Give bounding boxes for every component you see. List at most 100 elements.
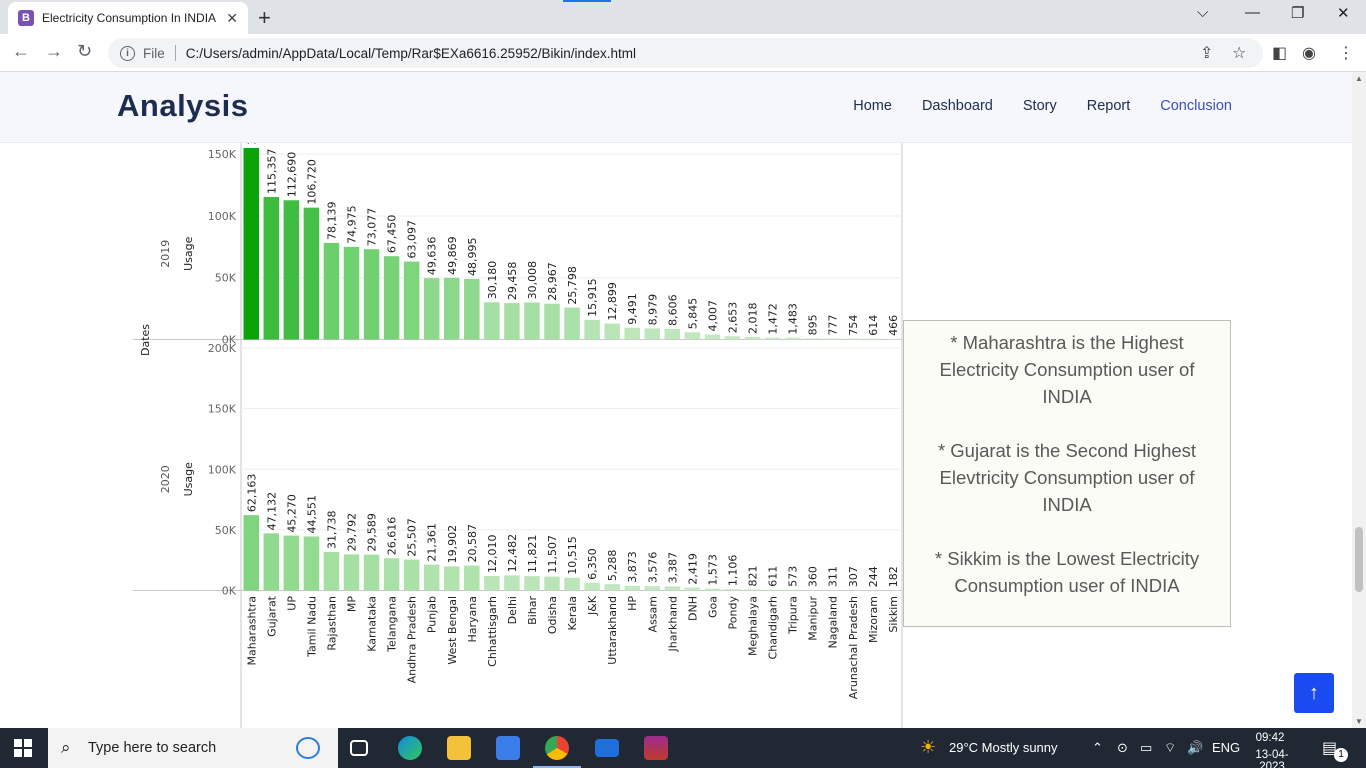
windows-start-icon[interactable] [14,739,32,757]
bar [584,320,600,340]
file-label: File [143,46,165,61]
bar [705,589,721,591]
y-tick-label: 100K [208,463,237,476]
bookmark-star-icon[interactable]: ☆ [1232,43,1246,63]
data-label: 1 [245,143,258,145]
bar [645,586,661,590]
bar [765,338,781,340]
close-window-icon[interactable]: ✕ [1337,4,1350,22]
windows-taskbar: ⌕ Type here to search ☀ 29°C Mostly sunn… [0,728,1366,768]
forward-icon[interactable]: → [45,41,63,62]
chrome-icon[interactable] [545,736,569,760]
separator [175,45,176,61]
bar [645,328,661,339]
weather-text[interactable]: 29°C Mostly sunny [949,740,1058,755]
data-label: 2,419 [686,553,699,585]
x-tick-label: Meghalaya [747,596,760,656]
nav-story[interactable]: Story [1023,98,1057,114]
bar [424,278,440,339]
x-tick-label: MP [346,596,359,612]
bar [564,308,580,340]
bar [484,302,500,339]
scrollbar-thumb[interactable] [1355,527,1363,592]
data-label: 8,606 [666,294,679,326]
nav-report[interactable]: Report [1087,98,1131,114]
clock-date[interactable]: 13-04-2023 [1243,749,1301,773]
new-tab-icon[interactable]: + [258,5,271,31]
clock-time[interactable]: 09:42 [1250,732,1290,744]
data-label: 1,106 [726,555,739,587]
info-icon[interactable]: i [120,46,135,61]
y-tick-label: 100K [208,210,237,223]
y-tick-label: 50K [215,524,237,537]
bar [264,197,280,340]
page-scrollbar[interactable]: ▲ ▼ [1352,72,1366,728]
conclusion-point: * Sikkim is the Lowest Electricity Consu… [916,545,1218,599]
bar [464,566,480,591]
file-explorer-icon[interactable] [447,736,471,760]
bar [544,304,560,340]
scroll-down-icon[interactable]: ▼ [1355,717,1363,726]
bar [484,576,500,591]
bar [865,339,881,340]
data-label: 2,653 [726,302,739,334]
winrar-icon[interactable] [644,736,668,760]
bar [665,586,681,590]
share-icon[interactable]: ⇪ [1200,43,1213,63]
conclusion-point: * Gujarat is the Second Highest Elevtric… [916,437,1218,518]
x-tick-label: Assam [646,596,659,632]
bar [344,554,360,590]
browser-tab[interactable]: B Electricity Consumption In INDIA ✕ [8,2,248,34]
bar [624,328,640,340]
scroll-to-top-button[interactable]: ↑ [1294,673,1334,713]
taskbar-search[interactable]: ⌕ Type here to search [48,728,338,768]
back-icon[interactable]: ← [12,41,30,62]
menu-kebab-icon[interactable]: ⋮ [1338,43,1354,63]
close-tab-icon[interactable]: ✕ [226,10,238,27]
bar [404,262,420,340]
url-bar[interactable]: i File C:/Users/admin/AppData/Local/Temp… [108,38,1263,68]
data-label: 6,350 [586,548,599,580]
profile-avatar-icon[interactable]: ◉ [1302,43,1316,63]
language-indicator[interactable]: ENG [1212,740,1240,755]
side-panel-icon[interactable]: ◧ [1272,43,1287,63]
web-page: Analysis Home Dashboard Story Report Con… [0,72,1352,728]
meet-icon[interactable]: ⊙ [1117,740,1128,756]
tray-chevron-icon[interactable]: ⌃ [1092,740,1103,756]
x-tick-label: Bihar [526,596,539,625]
data-label: 30,180 [486,261,499,300]
volume-icon[interactable]: 🔊 [1187,740,1203,756]
nav-home[interactable]: Home [853,98,892,114]
data-label: 466 [887,315,900,336]
wifi-icon[interactable]: ⌔ [1164,740,1176,756]
x-tick-label: Rajasthan [325,596,338,651]
url-text[interactable]: C:/Users/admin/AppData/Local/Temp/Rar$EX… [186,46,636,61]
x-tick-label: Punjab [426,596,439,633]
bar [284,536,300,591]
scroll-up-icon[interactable]: ▲ [1355,74,1363,83]
nav-dashboard[interactable]: Dashboard [922,98,993,114]
bing-icon[interactable] [296,737,320,759]
dates-axis-label: Dates [139,324,152,356]
bar [444,278,460,340]
data-label: 19,902 [446,525,459,564]
bar [785,338,801,340]
maximize-icon[interactable]: ❐ [1291,4,1304,22]
site-brand[interactable]: Analysis [117,88,249,124]
address-toolbar: ← → ↻ i File C:/Users/admin/AppData/Loca… [0,34,1366,72]
data-label: 29,458 [506,262,519,301]
tab-search-chevron-icon[interactable]: ⌵ [1197,4,1208,21]
store-icon[interactable] [496,736,520,760]
edge-icon[interactable] [398,736,422,760]
task-view-icon[interactable] [350,740,368,756]
data-label: 12,010 [486,534,499,573]
x-tick-label: Pondy [726,596,739,630]
search-icon: ⌕ [61,738,71,758]
battery-icon[interactable]: ▭ [1140,740,1152,756]
nav-conclusion[interactable]: Conclusion [1160,98,1232,114]
minimize-icon[interactable]: — [1245,4,1260,21]
data-label: 63,097 [406,220,419,259]
reload-icon[interactable]: ↻ [77,41,92,62]
x-tick-label: Mizoram [867,596,880,643]
mail-icon[interactable] [595,739,619,757]
